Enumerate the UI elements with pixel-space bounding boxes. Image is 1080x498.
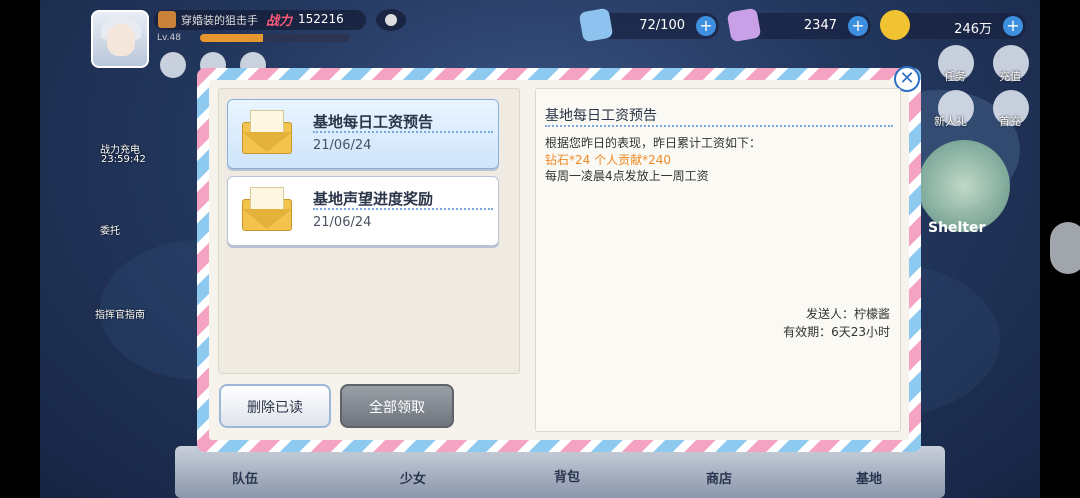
player-level: Lv.48: [157, 33, 181, 43]
player-avatar[interactable]: [91, 10, 149, 68]
mail-item-date: 21/06/24: [313, 138, 372, 153]
envelope-icon: [242, 187, 292, 233]
rank-icon: [158, 11, 176, 28]
diamond-icon: [726, 7, 762, 43]
mail-expiry: 有效期：6天23小时: [783, 325, 890, 339]
left-letterbox: [0, 0, 40, 498]
nav-backpack[interactable]: 背包: [527, 466, 607, 485]
gold-resource: 246万 +: [877, 7, 1026, 43]
mail-detail-line1: 根据您昨日的表现，昨日累计工资如下：: [545, 136, 762, 150]
first-recharge-label: 首充: [999, 115, 1021, 128]
gold-value: 246万: [954, 22, 992, 37]
mail-item-date: 21/06/24: [313, 215, 372, 230]
delete-read-button[interactable]: 删除已读: [219, 384, 331, 428]
shelter-badge[interactable]: [918, 140, 1010, 232]
player-name: 穿婚装的狙击手: [181, 14, 258, 27]
claim-all-button[interactable]: 全部领取: [340, 384, 454, 428]
expand-arrow-button[interactable]: [1050, 222, 1080, 274]
newbie-gift-label: 新人礼: [934, 115, 967, 128]
commander-guide-label: 指挥官指南: [95, 310, 145, 321]
add-diamond-button[interactable]: +: [848, 16, 868, 36]
nav-base[interactable]: 基地: [829, 468, 909, 487]
shelter-label: Shelter: [928, 220, 986, 236]
mail-list: 基地每日工资预告 21/06/24 基地声望进度奖励 21/06/24: [218, 88, 520, 374]
stamina-resource: 72/100 +: [578, 7, 719, 43]
nav-shop[interactable]: 商店: [679, 468, 759, 487]
exp-bar: [200, 34, 350, 42]
diamond-value: 2347: [803, 18, 837, 33]
bottom-nav: 队伍 少女 背包 商店 基地: [175, 446, 945, 498]
mail-detail-line2: 每周一凌晨4点发放上一周工资: [545, 169, 709, 183]
mail-item[interactable]: 基地声望进度奖励 21/06/24: [227, 176, 499, 246]
diamond-resource: 2347 +: [726, 7, 871, 43]
quest-label: 委托: [100, 226, 120, 237]
exp-fill: [200, 34, 263, 42]
nav-team[interactable]: 队伍: [205, 468, 285, 487]
mail-item[interactable]: 基地每日工资预告 21/06/24: [227, 99, 499, 169]
mail-detail: 基地每日工资预告 根据您昨日的表现，昨日累计工资如下： 钻石*24 个人贡献*2…: [535, 88, 901, 432]
stamina-card-icon: [578, 7, 614, 43]
recharge-label: 充值: [999, 70, 1021, 83]
mail-item-title: 基地声望进度奖励: [313, 190, 434, 208]
mail-icon[interactable]: [160, 52, 186, 78]
task-label: 任务: [944, 70, 966, 83]
power-value: 152216: [298, 12, 344, 26]
power-charge-timer: 23:59:42: [101, 154, 146, 165]
eye-icon[interactable]: [376, 9, 406, 31]
mail-sender: 发送人：柠檬酱: [805, 307, 890, 321]
stamina-value: 72/100: [639, 18, 685, 33]
mail-detail-title: 基地每日工资预告: [545, 108, 657, 124]
mail-item-title: 基地每日工资预告: [313, 113, 434, 131]
add-stamina-button[interactable]: +: [696, 16, 716, 36]
power-label: 战力: [266, 14, 293, 29]
nav-girls[interactable]: 少女: [373, 468, 453, 487]
envelope-icon: [242, 110, 292, 156]
add-gold-button[interactable]: +: [1003, 16, 1023, 36]
mail-detail-reward: 钻石*24 个人贡献*240: [545, 153, 671, 167]
